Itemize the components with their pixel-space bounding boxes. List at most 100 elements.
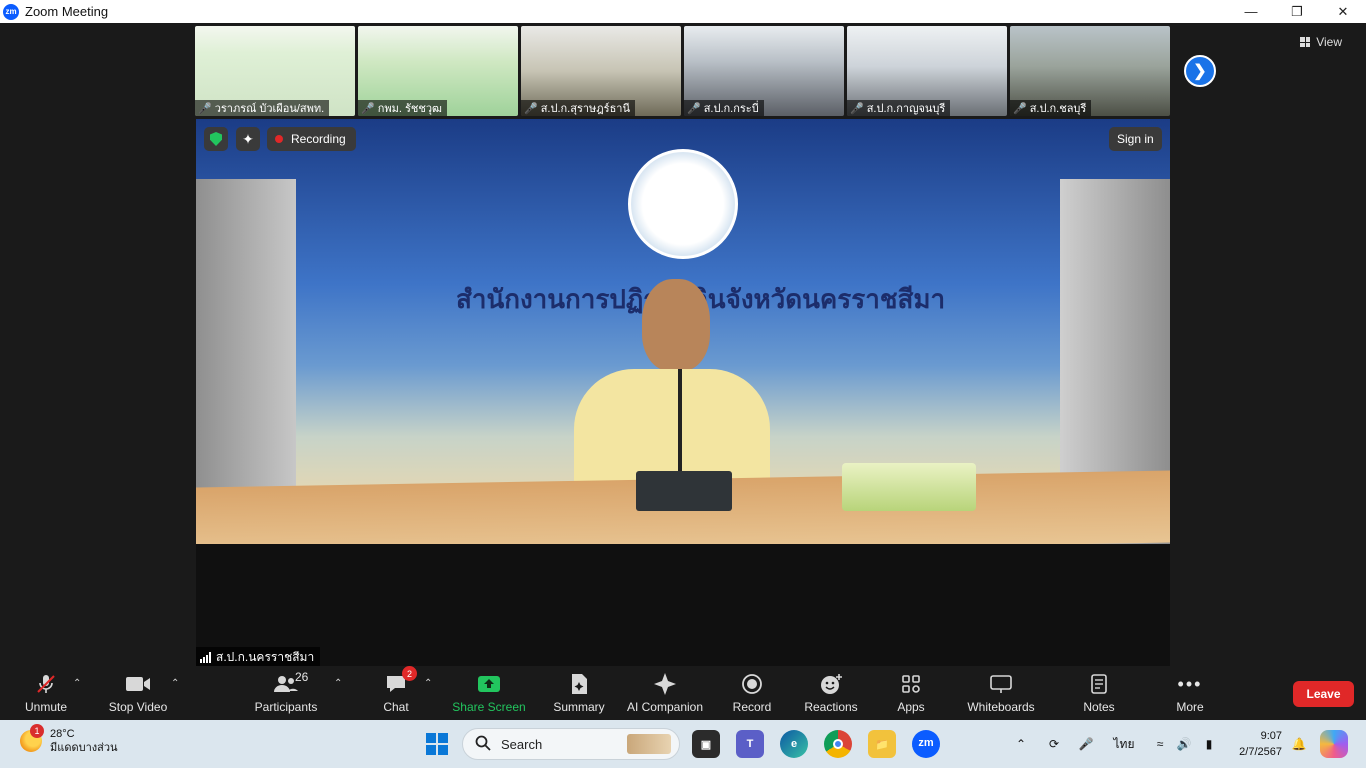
leave-button[interactable]: Leave xyxy=(1293,681,1354,707)
participant-name: ส.ป.ก.กาญจนบุรี xyxy=(866,103,946,115)
participants-label: Participants xyxy=(254,700,318,714)
record-icon xyxy=(741,672,763,696)
unmute-button[interactable]: Unmute xyxy=(14,666,78,720)
apps-button[interactable]: Apps xyxy=(888,666,934,720)
window-titlebar: zm Zoom Meeting — ❐ ✕ xyxy=(0,0,1366,23)
view-button[interactable]: View xyxy=(1300,35,1342,49)
whiteboards-button[interactable]: Whiteboards xyxy=(962,666,1040,720)
taskbar-clock[interactable]: 9:07 2/7/2567 xyxy=(1228,728,1282,760)
participants-button[interactable]: 26 Participants xyxy=(250,666,322,720)
view-label: View xyxy=(1316,35,1342,49)
sign-in-button[interactable]: Sign in xyxy=(1109,127,1162,151)
participant-tile[interactable]: 🎤 กพม. รัชชวุฒ xyxy=(358,26,518,116)
summary-document-icon xyxy=(569,672,589,696)
meeting-toolbar: Unmute ⌃ Stop Video ⌃ 26 Participants ⌃ … xyxy=(0,666,1366,720)
weather-sun-icon: 1 xyxy=(20,724,44,752)
active-speaker-video[interactable]: สำนักงานการปฏิรูปที่ดินจังหวัดนครราชสีมา xyxy=(196,119,1170,667)
search-placeholder: Search xyxy=(501,736,543,752)
ai-companion-badge[interactable]: ✦ xyxy=(236,127,260,151)
volume-icon[interactable]: 🔊 xyxy=(1174,720,1194,768)
search-highlight-image xyxy=(627,734,671,754)
audio-options-chevron-icon[interactable]: ⌃ xyxy=(73,678,81,689)
chevron-right-icon: ❯ xyxy=(1193,63,1207,80)
tissue-box xyxy=(842,463,976,511)
muted-mic-icon xyxy=(35,672,57,696)
participant-name: วราภรณ์ บัวเผือน/สพท. xyxy=(214,103,325,115)
participants-options-chevron-icon[interactable]: ⌃ xyxy=(334,678,342,689)
next-page-button[interactable]: ❯ xyxy=(1184,55,1216,87)
zoom-taskbar-icon[interactable]: zm xyxy=(912,730,940,758)
search-icon xyxy=(475,735,491,754)
microphone-stand xyxy=(678,369,682,479)
muted-mic-icon: 🎤 xyxy=(850,102,864,115)
clock-date: 2/7/2567 xyxy=(1239,746,1282,758)
recording-label: Recording xyxy=(291,132,346,146)
edge-browser-icon[interactable]: e xyxy=(780,730,808,758)
share-screen-label: Share Screen xyxy=(452,700,526,714)
copilot-icon[interactable] xyxy=(1320,730,1348,758)
summary-button[interactable]: Summary xyxy=(549,666,609,720)
participant-tile[interactable]: 🎤 ส.ป.ก.กาญจนบุรี xyxy=(847,26,1007,116)
chat-bubble-icon: 2 xyxy=(385,666,417,696)
file-explorer-icon[interactable]: 📁 xyxy=(868,730,896,758)
speaker-name-tag: ส.ป.ก.นครราชสีมา xyxy=(196,647,321,667)
reactions-button[interactable]: Reactions xyxy=(800,666,862,720)
muted-mic-icon: 🎤 xyxy=(198,102,212,115)
zoom-logo-icon: zm xyxy=(3,3,19,20)
restore-button[interactable]: ❐ xyxy=(1274,0,1320,23)
participant-tile[interactable]: 🎤 วราภรณ์ บัวเผือน/สพท. xyxy=(195,26,355,116)
participant-tile[interactable]: 🎤 ส.ป.ก.สุราษฎร์ธานี xyxy=(521,26,681,116)
recording-indicator[interactable]: Recording xyxy=(267,127,356,151)
encryption-shield-button[interactable] xyxy=(204,127,228,151)
minimize-button[interactable]: — xyxy=(1228,0,1274,23)
participant-name: ส.ป.ก.สุราษฎร์ธานี xyxy=(540,103,630,115)
muted-mic-icon: 🎤 xyxy=(687,102,701,115)
taskbar-search[interactable]: Search xyxy=(462,728,680,760)
participant-tile[interactable]: 🎤 ส.ป.ก.กระบี่ xyxy=(684,26,844,116)
smiley-plus-icon xyxy=(819,672,843,696)
chat-button[interactable]: 2 Chat xyxy=(372,666,420,720)
thumbnail-strip: 🎤 วราภรณ์ บัวเผือน/สพท. 🎤 กพม. รัชชวุฒ 🎤 ส.… xyxy=(195,26,1170,116)
input-language[interactable]: ไทย xyxy=(1110,720,1138,768)
share-screen-icon xyxy=(477,672,501,696)
weather-widget[interactable]: 1 28°C มีแดดบางส่วน xyxy=(20,724,118,755)
window-title: Zoom Meeting xyxy=(25,4,109,19)
grid-view-icon xyxy=(1300,37,1311,47)
participant-name: ส.ป.ก.กระบี่ xyxy=(703,103,759,115)
windows-taskbar: 1 28°C มีแดดบางส่วน Search ▣ T e 📁 zm ⌃ … xyxy=(0,720,1366,768)
more-dots-icon: ••• xyxy=(1177,673,1203,694)
wifi-icon[interactable]: ≈ xyxy=(1150,720,1170,768)
notes-label: Notes xyxy=(1083,700,1115,714)
record-label: Record xyxy=(732,700,772,714)
windows-start-icon[interactable] xyxy=(426,733,448,755)
emblem-seal xyxy=(628,149,738,259)
close-button[interactable]: ✕ xyxy=(1320,0,1366,23)
chat-label: Chat xyxy=(383,700,409,714)
participant-tile[interactable]: 🎤 ส.ป.ก.ชลบุรี xyxy=(1010,26,1170,116)
task-view-icon[interactable]: ▣ xyxy=(692,730,720,758)
show-hidden-icons-chevron-icon[interactable]: ⌃ xyxy=(1012,720,1030,768)
notes-button[interactable]: Notes xyxy=(1076,666,1122,720)
microphone-icon[interactable]: 🎤 xyxy=(1076,720,1096,768)
share-screen-button[interactable]: Share Screen xyxy=(452,666,526,720)
teams-icon[interactable]: T xyxy=(736,730,764,758)
ai-companion-button[interactable]: AI Companion xyxy=(624,666,706,720)
sync-icon[interactable]: ⟳ xyxy=(1044,720,1064,768)
participants-count: 26 xyxy=(295,670,309,684)
recording-dot-icon xyxy=(275,135,283,143)
chrome-browser-icon[interactable] xyxy=(824,730,852,758)
more-button[interactable]: ••• More xyxy=(1168,666,1212,720)
stop-video-button[interactable]: Stop Video xyxy=(104,666,172,720)
sparkle-icon xyxy=(653,672,677,696)
battery-icon[interactable]: ▮ xyxy=(1198,720,1220,768)
speaker-head xyxy=(642,279,710,371)
notification-bell-icon[interactable]: 🔔 xyxy=(1290,720,1308,768)
participant-name: ส.ป.ก.ชลบุรี xyxy=(1029,103,1087,115)
chat-options-chevron-icon[interactable]: ⌃ xyxy=(424,678,432,689)
sparkle-icon: ✦ xyxy=(242,130,254,147)
shield-icon xyxy=(210,132,222,146)
record-button[interactable]: Record xyxy=(726,666,778,720)
video-options-chevron-icon[interactable]: ⌃ xyxy=(171,678,179,689)
muted-mic-icon: 🎤 xyxy=(361,102,375,115)
more-label: More xyxy=(1176,700,1204,714)
